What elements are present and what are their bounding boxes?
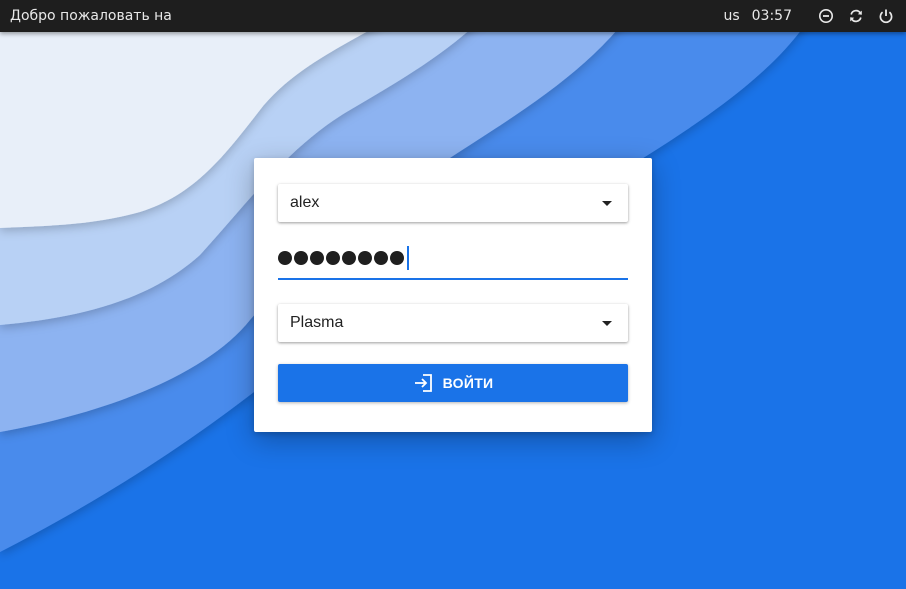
session-select[interactable]: Plasma — [278, 304, 628, 342]
session-select-value: Plasma — [290, 314, 344, 331]
password-input[interactable] — [278, 240, 628, 280]
login-icon — [413, 372, 435, 394]
login-button[interactable]: ВОЙТИ — [278, 364, 628, 402]
password-dot — [342, 251, 356, 265]
password-dot — [358, 251, 372, 265]
password-dot — [310, 251, 324, 265]
password-dot — [390, 251, 404, 265]
user-select-value: alex — [290, 194, 320, 211]
chevron-down-icon — [602, 201, 612, 206]
welcome-text: Добро пожаловать на — [10, 8, 172, 24]
user-select[interactable]: alex — [278, 184, 628, 222]
restart-icon[interactable] — [846, 6, 866, 26]
text-cursor — [407, 246, 409, 270]
password-mask — [278, 246, 409, 270]
password-dot — [326, 251, 340, 265]
login-button-label: ВОЙТИ — [442, 375, 494, 391]
keyboard-layout-indicator[interactable]: us — [723, 8, 739, 24]
login-card: alex Plasma ВОЙТИ — [254, 158, 652, 432]
top-bar: Добро пожаловать на us 03:57 — [0, 0, 906, 32]
power-icon[interactable] — [876, 6, 896, 26]
suspend-icon[interactable] — [816, 6, 836, 26]
password-dot — [278, 251, 292, 265]
top-bar-controls: us 03:57 — [723, 0, 896, 32]
login-screen: Добро пожаловать на us 03:57 alex Plasma… — [0, 0, 906, 589]
clock: 03:57 — [751, 8, 792, 24]
password-dot — [374, 251, 388, 265]
chevron-down-icon — [602, 321, 612, 326]
password-dot — [294, 251, 308, 265]
